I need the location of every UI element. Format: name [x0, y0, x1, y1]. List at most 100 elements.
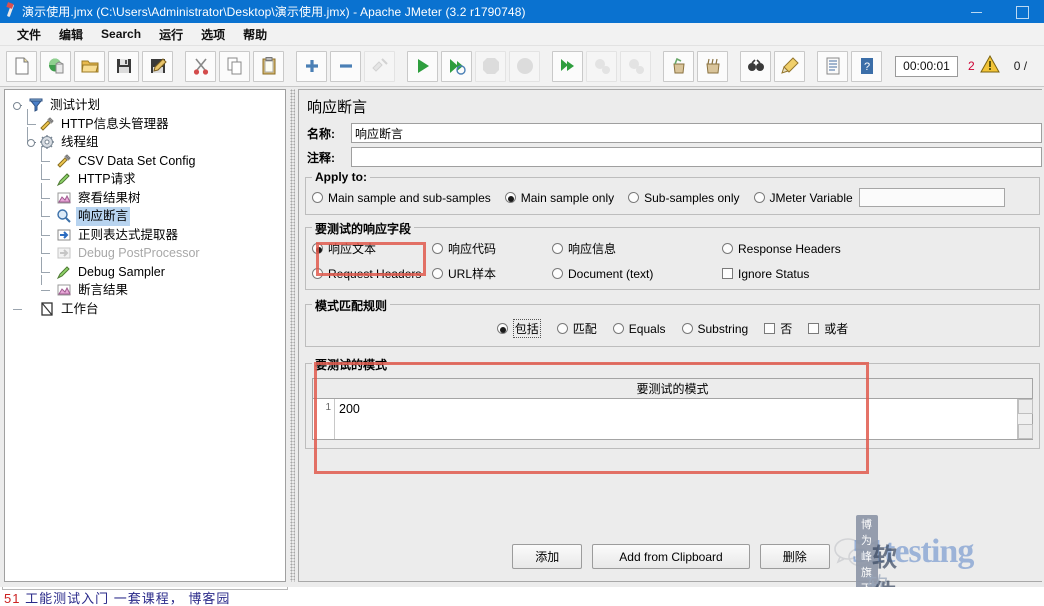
warning-triangle-icon[interactable] [979, 54, 1000, 78]
active-thread-count: 0 / [1013, 59, 1028, 73]
tree-node-debug-sampler[interactable]: Debug Sampler [5, 256, 285, 282]
tree-node-csv-data-set-config[interactable]: CSV Data Set Config [5, 145, 285, 171]
clear-icon[interactable] [663, 50, 694, 82]
scroll-up-arrow-icon[interactable] [1018, 399, 1033, 414]
function-helper-icon[interactable] [817, 50, 848, 82]
menu-edit[interactable]: 编辑 [50, 24, 92, 45]
jmeter-window: 演示使用.jmx (C:\Users\Administrator\Desktop… [0, 0, 1044, 606]
radio-equals[interactable]: Equals [612, 322, 666, 336]
pattern-cell[interactable]: 200 [335, 399, 1017, 439]
delete-button[interactable]: 删除 [759, 544, 830, 569]
tree-node-regex-extractor[interactable]: 正则表达式提取器 [5, 219, 285, 245]
minimize-button[interactable] [954, 0, 999, 23]
add-button[interactable]: 添加 [512, 544, 583, 569]
radio-indicator [432, 268, 443, 279]
stop-icon[interactable] [475, 50, 506, 82]
patterns-table-header[interactable]: 要测试的模式 [313, 379, 1032, 399]
save-icon[interactable] [108, 50, 139, 82]
patterns-table-scrollbar[interactable] [1017, 399, 1033, 439]
tree-line [41, 253, 50, 254]
radio-response-code[interactable]: 响应代码 [432, 240, 546, 257]
checkbox-label: 否 [780, 322, 793, 336]
radio-request-headers[interactable]: Request Headers [312, 265, 426, 282]
start-icon[interactable] [407, 50, 438, 82]
start-no-timers-icon[interactable] [441, 50, 472, 82]
open-icon[interactable] [74, 50, 105, 82]
add-from-clipboard-button[interactable]: Add from Clipboard [592, 544, 750, 569]
radio-matches[interactable]: 匹配 [556, 320, 597, 337]
radio-label: Sub-samples only [644, 190, 740, 205]
shutdown-icon[interactable] [509, 50, 540, 82]
test-plan-tree: 测试计划 HTTP信息头管理器 线程组 CSV Data Set Config … [5, 90, 285, 318]
radio-indicator [556, 323, 568, 334]
scroll-down-arrow-icon[interactable] [1018, 424, 1033, 439]
tree-line [41, 238, 42, 254]
cut-icon[interactable] [185, 50, 216, 82]
tree-node-http-header-manager[interactable]: HTTP信息头管理器 [5, 108, 285, 134]
tree-node-label: Debug PostProcessor [78, 246, 200, 260]
sampler-icon [56, 264, 73, 280]
page-title: 响应断言 [307, 99, 368, 116]
save-as-icon[interactable] [142, 50, 173, 82]
tree-node-test-plan[interactable]: 测试计划 [5, 96, 285, 115]
menu-options[interactable]: 选项 [192, 24, 234, 45]
clear-all-icon[interactable] [697, 50, 728, 82]
name-input[interactable]: 响应断言 [351, 123, 1042, 143]
radio-main-sample-and-sub-samples[interactable]: Main sample and sub-samples [312, 191, 491, 205]
tree-node-label: 测试计划 [50, 98, 101, 112]
radio-url-sample[interactable]: URL样本 [432, 265, 546, 282]
patterns-table[interactable]: 要测试的模式 1 200 [312, 378, 1033, 440]
search-icon[interactable] [740, 50, 771, 82]
help-icon[interactable]: ? [851, 50, 882, 82]
radio-response-headers[interactable]: Response Headers [722, 240, 916, 257]
maximize-button[interactable] [999, 0, 1044, 23]
copy-icon[interactable] [219, 50, 250, 82]
tree-node-debug-postprocessor[interactable]: Debug PostProcessor [5, 238, 285, 263]
tree-line [41, 164, 42, 180]
tree-node-view-results-tree[interactable]: 察看结果树 [5, 182, 285, 208]
radio-label: Document (text) [568, 266, 654, 281]
comment-input[interactable] [351, 147, 1042, 167]
templates-icon[interactable] [40, 50, 71, 82]
menu-file[interactable]: 文件 [8, 24, 50, 45]
remote-stop-all-icon[interactable] [586, 50, 617, 82]
radio-response-message[interactable]: 响应信息 [552, 240, 716, 257]
tree-node-assertion-results[interactable]: 断言结果 [5, 275, 285, 300]
tree-node-response-assertion[interactable]: 响应断言 [5, 201, 285, 226]
bottom-page-strip: 51 工能测试入门 一套课程， 博客园 [0, 587, 1044, 606]
menu-search[interactable]: Search [92, 25, 150, 43]
paste-icon[interactable] [253, 50, 284, 82]
checkbox-or[interactable]: 或者 [808, 320, 848, 337]
menu-run[interactable]: 运行 [150, 24, 192, 45]
checkbox-ignore-status[interactable]: Ignore Status [722, 265, 916, 282]
tree-expand-handle[interactable] [27, 138, 36, 147]
remote-start-all-icon[interactable] [552, 50, 583, 82]
radio-indicator [312, 192, 323, 203]
radio-main-sample-only[interactable]: Main sample only [504, 191, 614, 205]
new-icon[interactable] [6, 50, 37, 82]
tree-node-workbench[interactable]: 工作台 [5, 300, 285, 319]
tree-node-http-request[interactable]: HTTP请求 [5, 164, 285, 189]
table-row[interactable]: 1 200 [313, 399, 1017, 439]
remote-shutdown-all-icon[interactable] [620, 50, 651, 82]
radio-sub-samples-only[interactable]: Sub-samples only [628, 190, 740, 205]
toggle-icon[interactable] [364, 50, 395, 82]
test-plan-tree-pane[interactable]: 测试计划 HTTP信息头管理器 线程组 CSV Data Set Config … [4, 89, 286, 582]
tree-expand-handle[interactable] [13, 101, 22, 110]
split-pane-divider[interactable] [288, 89, 297, 582]
radio-indicator [552, 268, 563, 279]
tree-node-thread-group[interactable]: 线程组 [5, 127, 285, 152]
radio-substring[interactable]: Substring [681, 322, 748, 336]
expand-all-icon[interactable] [296, 50, 327, 82]
radio-contains[interactable]: 包括 [496, 319, 541, 338]
tree-line [41, 216, 50, 217]
radio-response-text[interactable]: 响应文本 [312, 240, 426, 257]
radio-jmeter-variable[interactable]: JMeter Variable [753, 191, 853, 205]
reset-search-icon[interactable] [774, 50, 805, 82]
tree-node-label: CSV Data Set Config [78, 153, 196, 168]
menu-help[interactable]: 帮助 [234, 24, 276, 45]
collapse-all-icon[interactable] [330, 50, 361, 82]
checkbox-not[interactable]: 否 [764, 320, 792, 337]
jmeter-variable-input[interactable] [858, 188, 1005, 207]
radio-document-text[interactable]: Document (text) [552, 265, 716, 282]
